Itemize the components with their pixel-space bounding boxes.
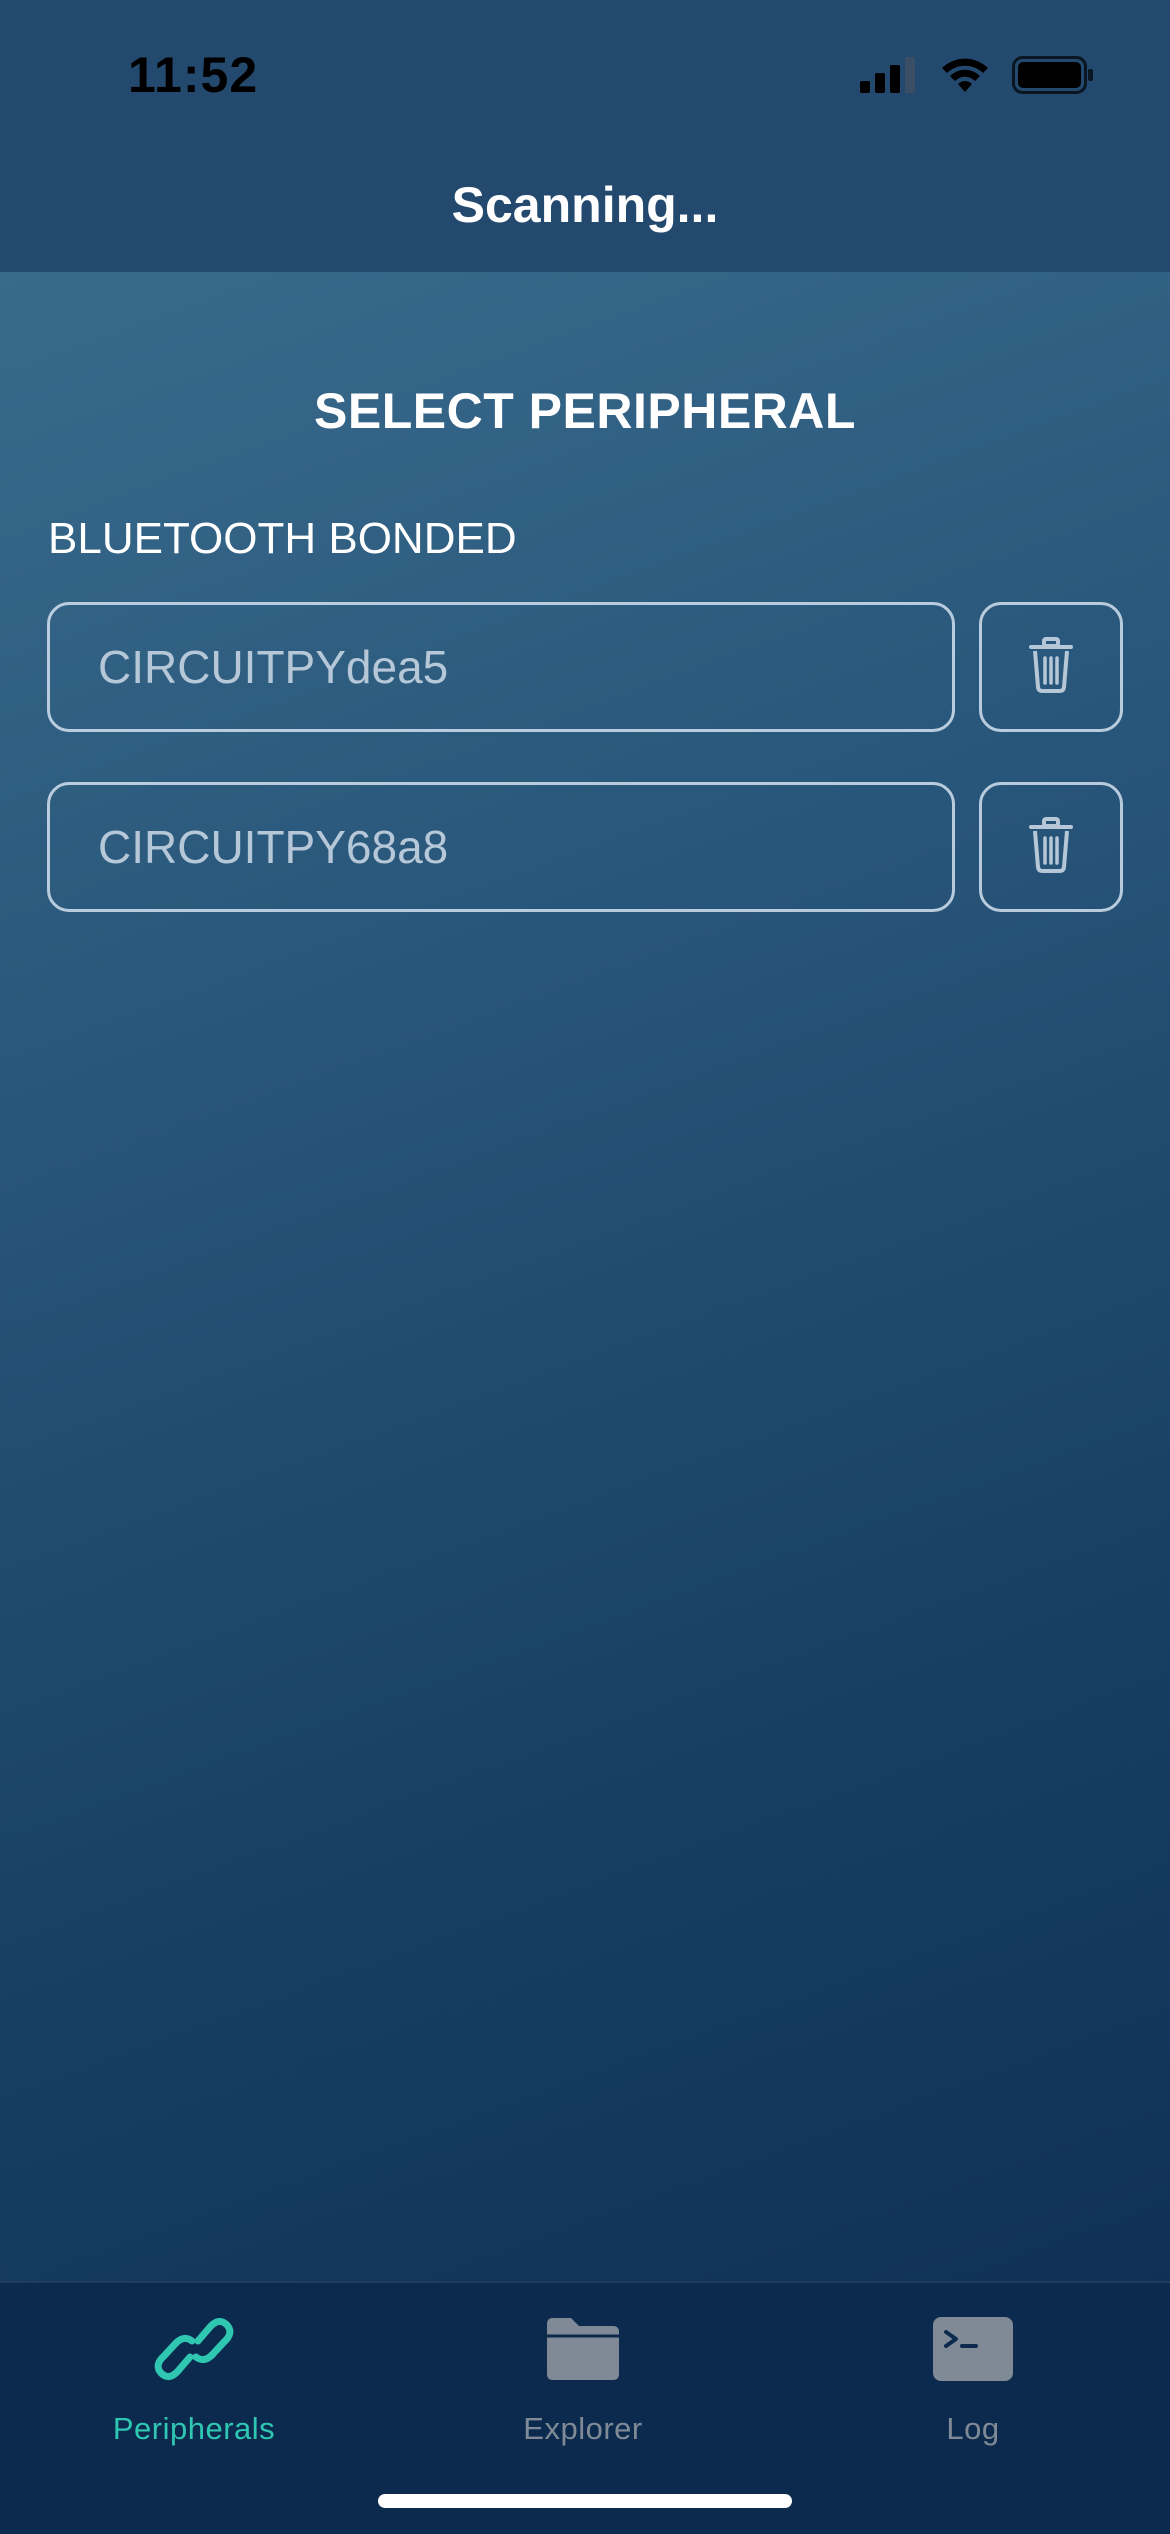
status-icons — [860, 56, 1094, 99]
wifi-icon — [940, 56, 990, 99]
top-bar: 11:52 Scanning... — [0, 0, 1170, 272]
link-icon — [154, 2305, 234, 2393]
battery-icon — [1012, 56, 1094, 99]
folder-icon — [543, 2305, 623, 2393]
tab-explorer[interactable]: Explorer — [453, 2305, 713, 2447]
tab-log[interactable]: Log — [843, 2305, 1103, 2447]
peripheral-name: CIRCUITPYdea5 — [98, 641, 449, 693]
terminal-icon — [932, 2305, 1014, 2393]
trash-icon — [1028, 816, 1074, 878]
section-title: SELECT PERIPHERAL — [314, 383, 856, 439]
peripheral-connect-button[interactable]: CIRCUITPY68a8 — [47, 782, 955, 912]
bluetooth-bonded-label: BLUETOOTH BONDED — [48, 514, 517, 563]
peripheral-connect-button[interactable]: CIRCUITPYdea5 — [47, 602, 955, 732]
tab-bar: Peripherals Explorer Log — [0, 2281, 1170, 2534]
tab-label: Log — [946, 2411, 1000, 2446]
tab-peripherals[interactable]: Peripherals — [64, 2305, 324, 2447]
cellular-signal-icon — [860, 57, 918, 98]
peripheral-name: CIRCUITPY68a8 — [98, 821, 449, 873]
nav-title: Scanning... — [451, 177, 719, 233]
peripheral-row: CIRCUITPYdea5 — [47, 602, 1123, 736]
peripheral-row: CIRCUITPY68a8 — [47, 782, 1123, 916]
status-time: 11:52 — [128, 47, 259, 103]
home-indicator[interactable] — [378, 2494, 792, 2508]
delete-peripheral-button[interactable] — [979, 782, 1123, 912]
delete-peripheral-button[interactable] — [979, 602, 1123, 732]
tab-label: Explorer — [523, 2411, 643, 2446]
tab-label: Peripherals — [112, 2411, 276, 2446]
trash-icon — [1028, 636, 1074, 698]
